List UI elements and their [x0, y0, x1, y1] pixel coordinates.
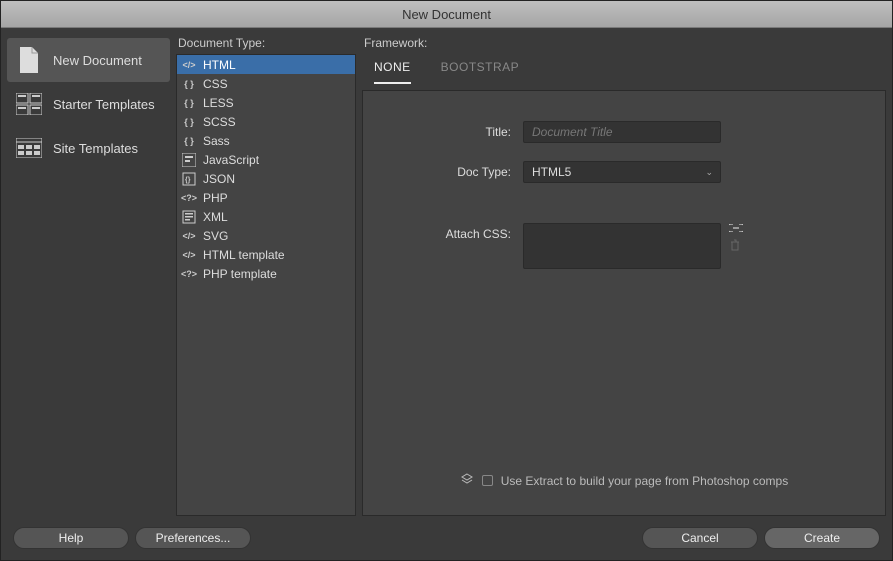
- trash-icon: [729, 239, 743, 254]
- sidebar-item-label: New Document: [53, 53, 142, 68]
- document-type-column: Document Type: </> HTML { } CSS { } LESS: [176, 28, 356, 516]
- doctype-select[interactable]: HTML5: [523, 161, 721, 183]
- site-templates-icon: [15, 134, 43, 162]
- help-button[interactable]: Help: [13, 527, 129, 549]
- title-input[interactable]: [523, 121, 721, 143]
- doctype-item-label: PHP: [203, 191, 228, 205]
- attach-css-label: Attach CSS:: [383, 223, 523, 241]
- title-row: Title:: [383, 121, 865, 143]
- cancel-button[interactable]: Cancel: [642, 527, 758, 549]
- code-icon: </>: [181, 228, 197, 244]
- doctype-item-label: SCSS: [203, 115, 236, 129]
- doctype-row: Doc Type: HTML5 ⌄: [383, 161, 865, 183]
- attach-css-list[interactable]: [523, 223, 721, 269]
- framework-label: Framework:: [362, 36, 886, 54]
- title-label: Title:: [383, 121, 523, 139]
- dialog-footer: Help Preferences... Cancel Create: [1, 516, 892, 560]
- sidebar-item-label: Site Templates: [53, 141, 138, 156]
- dialog-body: New Document Starter Templates Site Temp…: [1, 28, 892, 560]
- sidebar-item-label: Starter Templates: [53, 97, 155, 112]
- framework-tabs: NONE BOOTSTRAP: [362, 54, 886, 84]
- category-sidebar: New Document Starter Templates Site Temp…: [1, 28, 176, 516]
- extract-icon: [460, 472, 474, 489]
- doctype-item-label: XML: [203, 210, 228, 224]
- framework-column: Framework: NONE BOOTSTRAP Title: Doc Typ…: [356, 28, 892, 516]
- doctype-item-label: PHP template: [203, 267, 277, 281]
- doctype-item-sass[interactable]: { } Sass: [177, 131, 355, 150]
- starter-templates-icon: [15, 90, 43, 118]
- doctype-item-scss[interactable]: { } SCSS: [177, 112, 355, 131]
- sidebar-item-site-templates[interactable]: Site Templates: [7, 126, 170, 170]
- doctype-item-html-template[interactable]: </> HTML template: [177, 245, 355, 264]
- php-icon: <?>: [181, 190, 197, 206]
- doctype-item-label: Sass: [203, 134, 230, 148]
- window-titlebar: New Document: [1, 1, 892, 28]
- svg-text:{}: {}: [185, 177, 191, 184]
- xml-icon: [181, 209, 197, 225]
- document-type-list[interactable]: </> HTML { } CSS { } LESS { } SCSS: [176, 54, 356, 516]
- doctype-item-css[interactable]: { } CSS: [177, 74, 355, 93]
- doctype-label: Doc Type:: [383, 161, 523, 179]
- document-type-label: Document Type:: [176, 36, 356, 54]
- preferences-button[interactable]: Preferences...: [135, 527, 251, 549]
- new-document-dialog: New Document New Document Starter Templa…: [0, 0, 893, 561]
- doctype-item-svg[interactable]: </> SVG: [177, 226, 355, 245]
- code-icon: </>: [181, 247, 197, 263]
- doctype-item-php-template[interactable]: <?> PHP template: [177, 264, 355, 283]
- braces-icon: { }: [181, 114, 197, 130]
- braces-icon: { }: [181, 133, 197, 149]
- settings-panel: Title: Doc Type: HTML5 ⌄ Attach CSS:: [362, 90, 886, 516]
- doctype-item-php[interactable]: <?> PHP: [177, 188, 355, 207]
- doctype-item-label: LESS: [203, 96, 234, 110]
- doctype-item-label: JSON: [203, 172, 235, 186]
- sidebar-item-starter-templates[interactable]: Starter Templates: [7, 82, 170, 126]
- sidebar-item-new-document[interactable]: New Document: [7, 38, 170, 82]
- doctype-item-less[interactable]: { } LESS: [177, 93, 355, 112]
- tab-bootstrap[interactable]: BOOTSTRAP: [441, 60, 520, 84]
- dialog-content: New Document Starter Templates Site Temp…: [1, 28, 892, 516]
- doctype-item-json[interactable]: {} JSON: [177, 169, 355, 188]
- js-icon: [181, 152, 197, 168]
- doctype-item-label: HTML template: [203, 248, 285, 262]
- doctype-item-javascript[interactable]: JavaScript: [177, 150, 355, 169]
- attach-css-actions: [729, 223, 743, 254]
- code-icon: </>: [181, 57, 197, 73]
- window-title: New Document: [402, 7, 491, 22]
- doctype-item-xml[interactable]: XML: [177, 207, 355, 226]
- braces-icon: { }: [181, 95, 197, 111]
- doctype-item-label: JavaScript: [203, 153, 259, 167]
- doctype-item-label: HTML: [203, 58, 236, 72]
- json-icon: {}: [181, 171, 197, 187]
- php-icon: <?>: [181, 266, 197, 282]
- create-button[interactable]: Create: [764, 527, 880, 549]
- extract-row: Use Extract to build your page from Phot…: [363, 472, 885, 489]
- link-icon[interactable]: [729, 223, 743, 235]
- doctype-item-html[interactable]: </> HTML: [177, 55, 355, 74]
- tab-none[interactable]: NONE: [374, 60, 411, 84]
- extract-checkbox[interactable]: [482, 475, 493, 486]
- extract-text: Use Extract to build your page from Phot…: [501, 474, 788, 488]
- doctype-item-label: CSS: [203, 77, 228, 91]
- document-icon: [15, 46, 43, 74]
- doctype-item-label: SVG: [203, 229, 228, 243]
- braces-icon: { }: [181, 76, 197, 92]
- attach-css-row: Attach CSS:: [383, 223, 865, 269]
